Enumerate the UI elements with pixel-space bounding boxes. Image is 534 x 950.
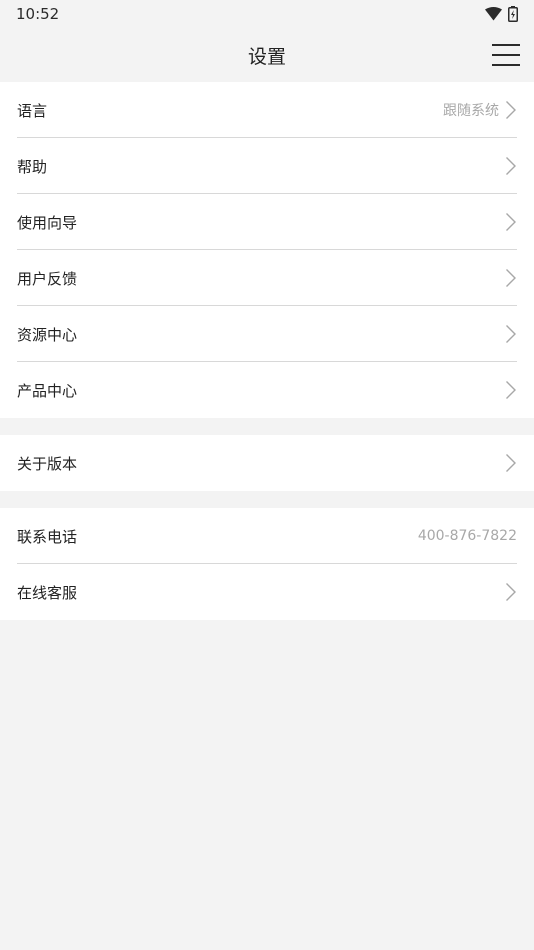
settings-row-value: 400-876-7822 bbox=[417, 528, 517, 544]
chevron-right-icon bbox=[505, 100, 517, 120]
settings-row-label: 产品中心 bbox=[17, 381, 78, 400]
settings-row[interactable]: 使用向导 bbox=[0, 194, 534, 250]
settings-group: 联系电话 400-876-7822 在线客服 bbox=[0, 508, 534, 620]
settings-row-label: 资源中心 bbox=[17, 325, 78, 344]
settings-row[interactable]: 产品中心 bbox=[0, 362, 534, 418]
settings-row[interactable]: 资源中心 bbox=[0, 306, 534, 362]
settings-list: 语言 跟随系统帮助使用向导用户反馈资源中心产品中心关于版本联系电话 400-876-… bbox=[0, 82, 534, 620]
settings-row[interactable]: 帮助 bbox=[0, 138, 534, 194]
chevron-right-icon bbox=[505, 156, 517, 176]
settings-row-label: 关于版本 bbox=[17, 454, 78, 473]
menu-button[interactable] bbox=[492, 41, 520, 69]
chevron-right-icon bbox=[505, 453, 517, 473]
menu-icon bbox=[492, 41, 520, 69]
group-separator bbox=[0, 418, 534, 435]
battery-icon bbox=[508, 6, 518, 22]
settings-row-label: 使用向导 bbox=[17, 213, 78, 232]
settings-row[interactable]: 关于版本 bbox=[0, 435, 534, 491]
chevron-right-icon bbox=[505, 324, 517, 344]
settings-row[interactable]: 语言 跟随系统 bbox=[0, 82, 534, 138]
settings-row-value: 跟随系统 bbox=[443, 103, 499, 119]
settings-row-label: 语言 bbox=[17, 101, 48, 120]
settings-row[interactable]: 联系电话 400-876-7822 bbox=[0, 508, 534, 564]
chevron-right-icon bbox=[505, 380, 517, 400]
status-bar: 10:52 bbox=[0, 0, 534, 28]
settings-row[interactable]: 在线客服 bbox=[0, 564, 534, 620]
status-icons bbox=[485, 6, 518, 22]
settings-row-label: 在线客服 bbox=[17, 583, 78, 602]
settings-row-label: 联系电话 bbox=[17, 527, 78, 546]
wifi-icon bbox=[485, 7, 502, 21]
chevron-right-icon bbox=[505, 268, 517, 288]
settings-row-label: 用户反馈 bbox=[17, 269, 78, 288]
group-separator bbox=[0, 491, 534, 508]
title-bar: 设置 bbox=[0, 28, 534, 82]
settings-row[interactable]: 用户反馈 bbox=[0, 250, 534, 306]
settings-group: 关于版本 bbox=[0, 435, 534, 491]
chevron-right-icon bbox=[505, 582, 517, 602]
settings-group: 语言 跟随系统帮助使用向导用户反馈资源中心产品中心 bbox=[0, 82, 534, 418]
settings-row-label: 帮助 bbox=[17, 157, 48, 176]
page-title: 设置 bbox=[247, 45, 286, 68]
status-time: 10:52 bbox=[16, 5, 60, 23]
chevron-right-icon bbox=[505, 212, 517, 232]
